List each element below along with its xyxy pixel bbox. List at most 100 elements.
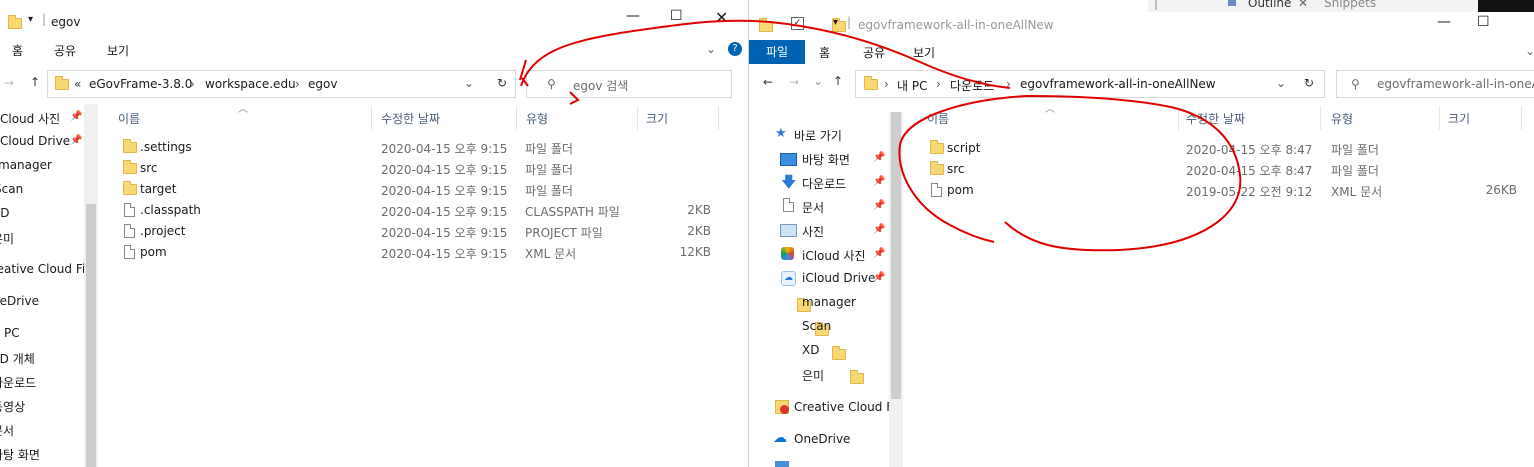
file-row[interactable]: script 2020-04-15 오후 8:47 파일 폴더 xyxy=(925,138,1519,159)
file-row[interactable]: .settings 2020-04-15 오후 9:15 파일 폴더 xyxy=(118,137,718,158)
left-title-bar: ▾ | egov — ☐ ✕ xyxy=(0,0,748,38)
address-dropdown-icon[interactable]: ⌄ xyxy=(464,76,474,90)
document-icon xyxy=(783,198,794,212)
forward-button[interactable]: → xyxy=(789,75,799,89)
close-tab-icon[interactable]: ✕ xyxy=(1298,0,1308,10)
nav-item-onedrive[interactable]: OneDrive xyxy=(794,432,850,446)
maximize-button[interactable]: ☐ xyxy=(1477,14,1490,30)
nav-item-downloads[interactable]: 다운로드 xyxy=(802,175,846,192)
help-icon[interactable]: ? xyxy=(728,42,742,56)
search-placeholder: egovframework-all-in-oneAl... xyxy=(1377,77,1534,91)
checkbox-icon[interactable]: ✓ xyxy=(791,17,804,30)
column-header-size[interactable]: 크기 xyxy=(646,110,668,134)
eclipse-divider: | xyxy=(1154,0,1159,10)
column-header-name[interactable]: 이름 xyxy=(118,110,140,134)
column-header-type[interactable]: 유형 xyxy=(526,110,548,134)
quick-access-dropdown-icon[interactable]: ▾ xyxy=(833,17,838,28)
nav-scrollbar[interactable] xyxy=(84,104,98,467)
minimize-button[interactable]: — xyxy=(626,8,640,24)
up-button[interactable]: ↑ xyxy=(30,75,40,89)
ribbon-tab-share[interactable]: 공유 xyxy=(863,44,885,61)
ribbon-tab-home[interactable]: 홈 xyxy=(819,44,830,61)
breadcrumb-item[interactable]: workspace.edu xyxy=(205,77,296,91)
ribbon-expand-icon[interactable]: ⌄ xyxy=(1525,44,1534,58)
ribbon-tab-view[interactable]: 보기 xyxy=(913,44,935,61)
file-row[interactable]: .project 2020-04-15 오후 9:15 PROJECT 파일 2… xyxy=(118,221,718,242)
overflow-chevron[interactable]: « xyxy=(74,77,81,91)
nav-scrollbar-thumb[interactable] xyxy=(86,204,96,467)
nav-item-documents[interactable]: 문서 xyxy=(0,422,14,439)
nav-item-desktop[interactable]: 바탕 화면 xyxy=(0,446,40,463)
maximize-button[interactable]: ☐ xyxy=(670,8,683,24)
search-box[interactable]: ⚲ egovframework-all-in-oneAl... xyxy=(1336,70,1534,98)
right-ribbon: 파일 홈 공유 보기 ⌄ xyxy=(749,40,1534,66)
breadcrumb-separator-icon: › xyxy=(936,77,941,91)
back-button[interactable]: ← xyxy=(763,75,773,89)
tab-outline[interactable]: Outline xyxy=(1248,0,1291,10)
address-bar[interactable]: › 내 PC › 다운로드 › egovframework-all-in-one… xyxy=(855,70,1325,98)
quick-access-dropdown-icon[interactable]: ▾ xyxy=(28,14,33,25)
nav-scrollbar-thumb[interactable] xyxy=(891,112,901,399)
file-row[interactable]: pom 2020-04-15 오후 9:15 XML 문서 12KB xyxy=(118,242,718,263)
address-dropdown-icon[interactable]: ⌄ xyxy=(1276,76,1286,90)
file-row[interactable]: src 2020-04-15 오후 9:15 파일 폴더 xyxy=(118,158,718,179)
ribbon-expand-icon[interactable]: ⌄ xyxy=(706,42,716,56)
nav-item-xd[interactable]: XD xyxy=(802,343,819,357)
file-icon xyxy=(124,203,135,217)
file-name: .classpath xyxy=(140,203,201,217)
nav-item-creative-cloud[interactable]: Creative Cloud Fil xyxy=(794,400,889,414)
ribbon-tab-view[interactable]: 보기 xyxy=(107,42,129,59)
ribbon-tab-share[interactable]: 공유 xyxy=(54,42,76,59)
folder-icon xyxy=(864,76,878,90)
refresh-icon[interactable]: ↻ xyxy=(1304,76,1314,90)
column-header-date[interactable]: 수정한 날짜 xyxy=(1186,110,1245,134)
nav-item-icloud-photos[interactable]: iCloud 사진 xyxy=(802,247,866,264)
history-dropdown-icon[interactable]: ⌄ xyxy=(813,74,823,88)
breadcrumb-item[interactable]: eGovFrame-3.8.0 xyxy=(89,77,192,91)
nav-item-creative-cloud[interactable]: reative Cloud Fil xyxy=(0,262,89,276)
nav-item-manager[interactable]: manager xyxy=(802,295,856,309)
minimize-button[interactable]: — xyxy=(1437,14,1451,30)
nav-item-eunmi[interactable]: 은미 xyxy=(802,367,824,384)
ribbon-tab-home[interactable]: 홈 xyxy=(12,42,23,59)
file-row[interactable]: src 2020-04-15 오후 8:47 파일 폴더 xyxy=(925,159,1519,180)
refresh-icon[interactable]: ↻ xyxy=(497,76,507,90)
up-button[interactable]: ↑ xyxy=(833,74,843,88)
nav-item-downloads[interactable]: 다운로드 xyxy=(0,374,36,391)
nav-item-icloud-photos[interactable]: Cloud 사진 xyxy=(0,110,60,127)
nav-item-manager[interactable]: manager xyxy=(0,158,52,172)
nav-item-icloud-drive[interactable]: Cloud Drive xyxy=(0,134,70,148)
nav-item-pictures[interactable]: 사진 xyxy=(802,223,824,240)
nav-item-onedrive[interactable]: neDrive xyxy=(0,294,39,308)
nav-scrollbar[interactable] xyxy=(889,112,903,467)
breadcrumb-item[interactable]: egov xyxy=(308,77,337,91)
nav-item-3d-objects[interactable]: 3D 개체 xyxy=(0,350,35,367)
breadcrumb-item[interactable]: 다운로드 xyxy=(950,77,994,94)
address-bar[interactable]: « eGovFrame-3.8.0 › workspace.edu › egov… xyxy=(47,70,516,98)
back-button[interactable]: → xyxy=(4,76,14,90)
nav-item-documents[interactable]: 문서 xyxy=(802,199,824,216)
column-header-date[interactable]: 수정한 날짜 xyxy=(381,110,440,134)
nav-item-videos[interactable]: 동영상 xyxy=(0,398,25,415)
nav-item-icloud-drive[interactable]: iCloud Drive xyxy=(802,271,875,285)
tab-snippets[interactable]: Snippets xyxy=(1324,0,1376,10)
column-header-type[interactable]: 유형 xyxy=(1331,110,1353,134)
ribbon-tab-file[interactable]: 파일 xyxy=(749,40,805,64)
search-box[interactable]: ⚲ egov 검색 xyxy=(526,70,732,98)
file-row[interactable]: target 2020-04-15 오후 9:15 파일 폴더 xyxy=(118,179,718,200)
column-header-size[interactable]: 크기 xyxy=(1448,110,1470,134)
column-header-name[interactable]: 이름 xyxy=(927,110,949,134)
nav-item-eunmi[interactable]: 은미 xyxy=(0,230,14,247)
nav-item-xd[interactable]: XD xyxy=(0,206,9,220)
breadcrumb-item[interactable]: 내 PC xyxy=(897,77,927,94)
nav-item-quick-access[interactable]: 바로 가기 xyxy=(794,127,842,144)
nav-item-scan[interactable]: Scan xyxy=(0,182,23,196)
nav-item-this-pc[interactable]: PC xyxy=(4,326,20,340)
file-icon xyxy=(124,224,135,238)
file-row[interactable]: pom 2019-05-22 오전 9:12 XML 문서 26KB xyxy=(925,180,1519,201)
close-button[interactable]: ✕ xyxy=(715,8,728,27)
nav-item-desktop[interactable]: 바탕 화면 xyxy=(802,151,850,168)
breadcrumb-item[interactable]: egovframework-all-in-oneAllNew xyxy=(1020,77,1216,91)
file-row[interactable]: .classpath 2020-04-15 오후 9:15 CLASSPATH … xyxy=(118,200,718,221)
nav-item-scan[interactable]: Scan xyxy=(802,319,831,333)
